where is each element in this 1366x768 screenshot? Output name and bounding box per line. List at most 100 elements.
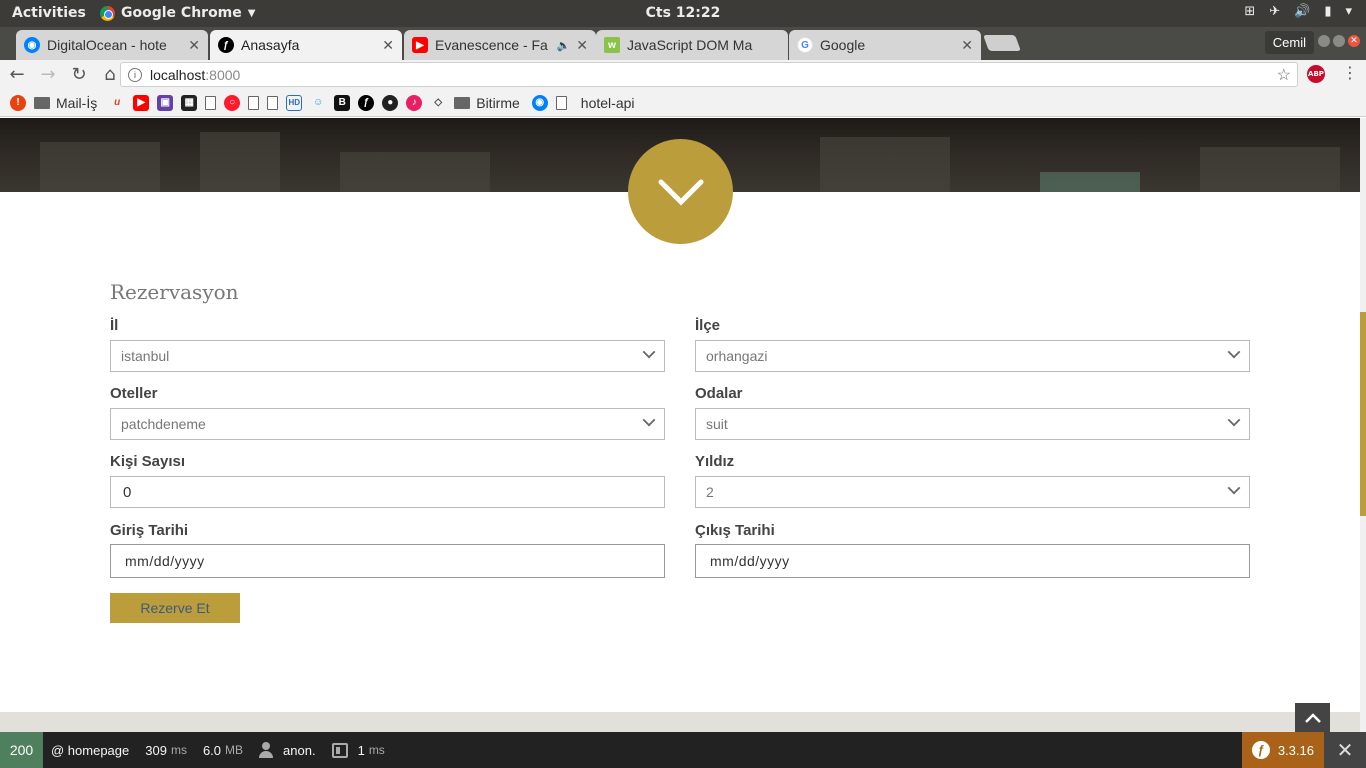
user-panel[interactable]: anon. xyxy=(251,732,324,768)
footer-band xyxy=(0,712,1360,732)
info-icon[interactable]: i xyxy=(128,67,142,82)
robot-icon[interactable]: ☺ xyxy=(310,95,326,111)
bookmark-hotel-api[interactable]: hotel-api xyxy=(555,94,635,111)
yildiz-select[interactable]: 2 xyxy=(695,476,1250,508)
close-window-icon[interactable]: ✕ xyxy=(1348,35,1360,47)
giris-tarihi-value: mm/dd/yyyy xyxy=(125,553,205,569)
time-value: 309 xyxy=(145,742,167,758)
chevron-up-icon xyxy=(1304,712,1321,723)
page-icon[interactable] xyxy=(248,95,260,110)
giris-tarihi-input[interactable]: mm/dd/yyyy xyxy=(110,544,665,578)
profile-button[interactable]: Cemil xyxy=(1264,31,1314,54)
cikis-tarihi-label: Çıkış Tarihi xyxy=(695,522,775,539)
volume-icon[interactable]: 🔊 xyxy=(1294,4,1310,19)
symfony-version[interactable]: ƒ 3.3.16 xyxy=(1241,732,1324,768)
url-host: localhost xyxy=(150,66,206,83)
kisi-sayisi-label: Kişi Sayısı xyxy=(110,453,186,470)
back-to-top-button[interactable] xyxy=(1295,703,1330,732)
airplane-icon[interactable]: ✈ xyxy=(1269,4,1280,19)
bookmark-label: hotel-api xyxy=(580,94,635,111)
hd-icon[interactable]: HD xyxy=(286,94,303,111)
youtube-icon: ▶ xyxy=(412,37,428,53)
close-icon[interactable]: ✕ xyxy=(382,37,394,54)
page-icon[interactable] xyxy=(267,95,279,110)
minimize-icon[interactable] xyxy=(1318,35,1330,47)
system-tray[interactable]: ⊞ ✈ 🔊 ▮ ▾ xyxy=(1244,4,1352,19)
route-name: @ homepage xyxy=(51,742,130,758)
symfony-debug-toolbar: 200 @ homepage 309 ms 6.0 MB anon. 1 ms … xyxy=(0,732,1366,768)
maximize-icon[interactable] xyxy=(1333,35,1345,47)
address-bar[interactable]: i localhost:8000 ☆ xyxy=(120,62,1298,87)
cikis-tarihi-input[interactable]: mm/dd/yyyy xyxy=(695,544,1250,578)
twig-panel[interactable]: 1 ms xyxy=(324,732,393,768)
bookmark-mail[interactable]: Mail-İş xyxy=(34,95,97,111)
app-menu[interactable]: Google Chrome ▼ xyxy=(100,5,255,21)
menu-icon[interactable]: ⋮ xyxy=(1342,63,1358,82)
status-code[interactable]: 200 xyxy=(0,732,43,768)
tab-javascript-dom[interactable]: w JavaScript DOM Ma xyxy=(596,30,788,60)
scrollbar-thumb[interactable] xyxy=(1360,312,1366,516)
audio-playing-icon[interactable]: 🔈 xyxy=(557,39,571,52)
tv-icon[interactable]: ▦ xyxy=(181,94,198,111)
window-controls: ✕ xyxy=(1318,35,1360,47)
twitch-icon[interactable]: ▣ xyxy=(157,94,174,111)
network-icon[interactable]: ⊞ xyxy=(1244,4,1255,19)
tab-digitalocean[interactable]: ◉ DigitalOcean - hote ✕ xyxy=(16,30,208,60)
udemy-icon[interactable]: u xyxy=(109,95,125,111)
form-title: Rezervasyon xyxy=(110,280,239,304)
folder-icon xyxy=(34,96,50,109)
ilce-select[interactable]: orhangazi xyxy=(695,340,1250,372)
symfony-icon[interactable]: ƒ xyxy=(358,94,375,111)
digitalocean-icon[interactable]: ◉ xyxy=(531,94,548,111)
forward-icon[interactable]: → xyxy=(34,64,62,85)
route-panel[interactable]: @ homepage xyxy=(43,732,137,768)
yildiz-label: Yıldız xyxy=(695,453,735,470)
page-icon[interactable] xyxy=(205,95,217,110)
page-viewport: Rezervasyon İl istanbul İlçe orhangazi O… xyxy=(0,118,1366,732)
app-name: Google Chrome xyxy=(121,5,242,21)
memory-panel[interactable]: 6.0 MB xyxy=(195,732,251,768)
time-panel[interactable]: 309 ms xyxy=(137,732,195,768)
close-icon[interactable]: ✕ xyxy=(961,37,973,54)
memory-unit: MB xyxy=(225,743,244,757)
graduation-icon[interactable]: ◇ xyxy=(430,95,446,111)
url-port: :8000 xyxy=(205,66,241,83)
tab-title: JavaScript DOM Ma xyxy=(627,37,753,53)
bookmark-bitirme[interactable]: Bitirme xyxy=(454,95,520,111)
battery-icon[interactable]: ▮ xyxy=(1324,4,1331,19)
alert-icon[interactable]: ! xyxy=(10,94,26,111)
reload-icon[interactable]: ↻ xyxy=(65,64,93,85)
rezerve-et-button[interactable]: Rezerve Et xyxy=(110,593,240,623)
page-scrollbar[interactable] xyxy=(1360,118,1366,732)
new-tab-button[interactable] xyxy=(983,35,1021,51)
tab-evanescence[interactable]: ▶ Evanescence - Fa 🔈 ✕ xyxy=(404,30,596,60)
user-name: anon. xyxy=(283,742,316,758)
oteller-select[interactable]: patchdeneme xyxy=(110,408,665,440)
odalar-label: Odalar xyxy=(695,385,743,402)
close-icon[interactable]: ✕ xyxy=(576,37,588,54)
power-icon[interactable]: ▾ xyxy=(1345,4,1352,19)
close-icon[interactable]: ✕ xyxy=(188,37,200,54)
chevron-down-icon xyxy=(658,179,703,206)
digitalocean-icon: ◉ xyxy=(24,37,40,53)
scroll-down-button[interactable] xyxy=(628,139,733,244)
odalar-select[interactable]: suit xyxy=(695,408,1250,440)
github-icon[interactable]: ● xyxy=(382,94,399,111)
youtube-icon[interactable]: ▶ xyxy=(133,94,150,111)
music-icon[interactable]: ♪ xyxy=(406,94,423,111)
tab-title: Google xyxy=(820,37,866,53)
il-select[interactable]: istanbul xyxy=(110,340,665,372)
close-toolbar-icon[interactable]: ✕ xyxy=(1324,732,1366,768)
memory-value: 6.0 xyxy=(202,742,222,758)
activities-button[interactable]: Activities xyxy=(12,5,86,21)
adblock-icon[interactable]: ABP xyxy=(1307,65,1325,83)
google-icon: G xyxy=(797,37,813,53)
opera-icon[interactable]: ○ xyxy=(224,94,241,111)
tab-anasayfa[interactable]: ƒ Anasayfa ✕ xyxy=(210,30,402,60)
tab-google[interactable]: G Google ✕ xyxy=(789,30,981,60)
symfony-icon: ƒ xyxy=(218,37,234,53)
kisi-sayisi-input[interactable]: 0 xyxy=(110,476,665,508)
bootstrap-icon[interactable]: B xyxy=(334,94,351,111)
back-icon[interactable]: ← xyxy=(3,64,31,85)
bookmark-star-icon[interactable]: ☆ xyxy=(1277,65,1291,85)
